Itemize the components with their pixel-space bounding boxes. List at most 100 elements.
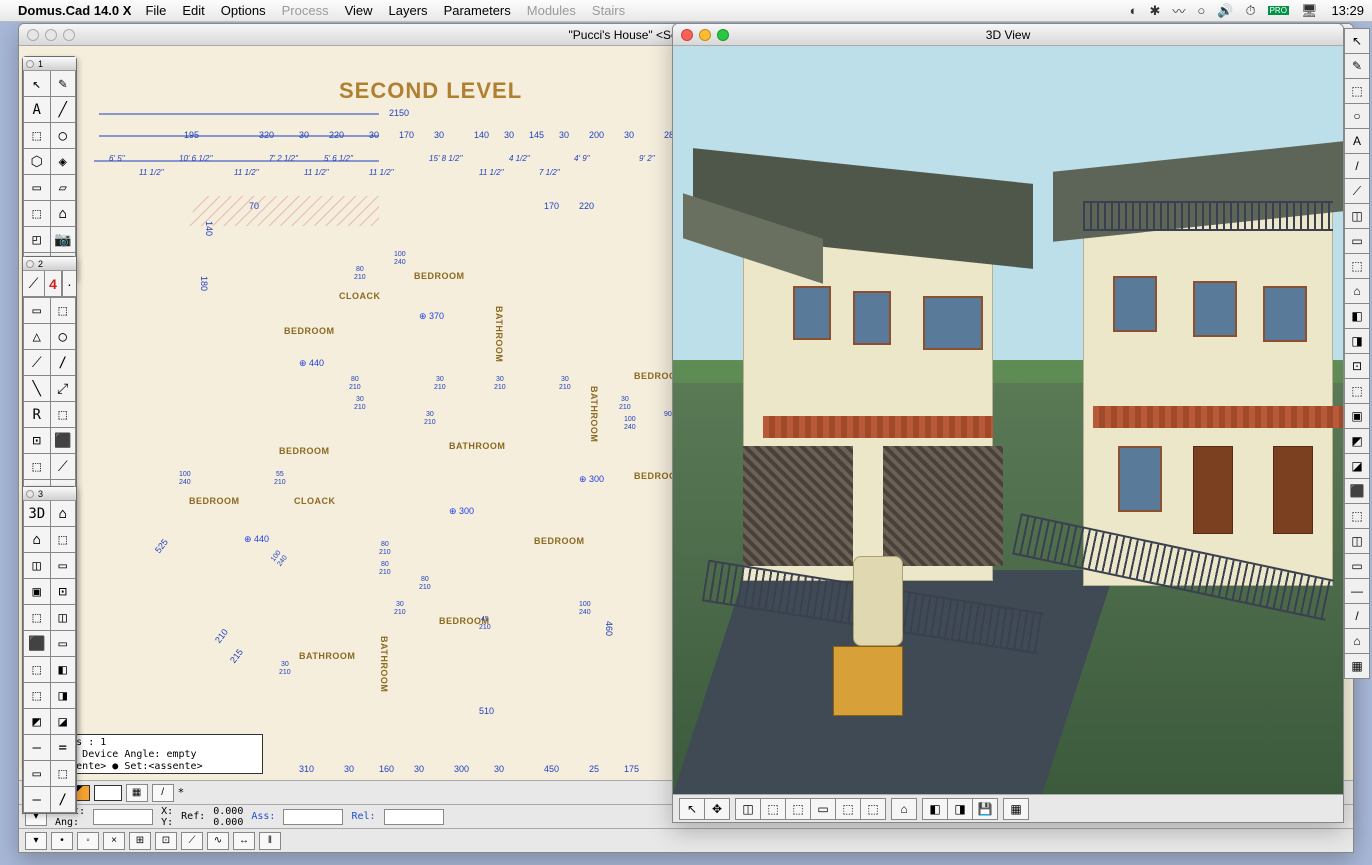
tool-button[interactable]: ◫: [50, 605, 77, 631]
status-icon[interactable]: ✱: [1149, 3, 1160, 19]
ass-input[interactable]: [283, 809, 343, 825]
tool-button[interactable]: ⊡: [23, 428, 50, 454]
right-tool-button[interactable]: ⌂: [1344, 278, 1370, 304]
tool-button[interactable]: ▭: [23, 761, 50, 787]
tool-button[interactable]: ○: [50, 123, 77, 149]
tool-button[interactable]: ▣: [23, 579, 50, 605]
view3d-tool-button[interactable]: ◨: [947, 798, 973, 820]
tool-button[interactable]: ⟋: [23, 350, 50, 376]
tool-button[interactable]: ⬚: [23, 657, 50, 683]
display-icon[interactable]: 🖥: [1301, 3, 1318, 19]
minimize-icon[interactable]: [699, 29, 711, 41]
status-icon[interactable]: 〰: [1172, 1, 1185, 20]
view3d-tool-button[interactable]: ⬚: [760, 798, 786, 820]
right-tool-button[interactable]: /: [1344, 153, 1370, 179]
close-icon[interactable]: [27, 29, 39, 41]
right-tool-button[interactable]: ⊡: [1344, 353, 1370, 379]
right-tool-button[interactable]: ◪: [1344, 453, 1370, 479]
menu-parameters[interactable]: Parameters: [444, 3, 511, 18]
tool-button[interactable]: ▭: [23, 175, 50, 201]
view3d-canvas[interactable]: [673, 46, 1343, 794]
tool-button[interactable]: ·: [62, 271, 76, 297]
right-tool-button[interactable]: A: [1344, 128, 1370, 154]
tool-button[interactable]: ⤢: [50, 376, 77, 402]
right-tool-button[interactable]: ▣: [1344, 403, 1370, 429]
tool-button[interactable]: 📷: [50, 227, 77, 253]
tool-button[interactable]: ⟋: [50, 454, 77, 480]
snap-icon[interactable]: ‖: [259, 832, 281, 850]
tool-button[interactable]: ▭: [50, 553, 77, 579]
tool-button[interactable]: ◪: [50, 709, 77, 735]
view3d-tool-button[interactable]: ◫: [735, 798, 761, 820]
status-icon[interactable]: ◐: [1130, 3, 1138, 18]
tool-button[interactable]: ⬛: [50, 428, 77, 454]
snap-icon[interactable]: ⊡: [155, 832, 177, 850]
tool-button[interactable]: ◧: [50, 657, 77, 683]
tool-button[interactable]: ▭: [50, 631, 77, 657]
tool-button[interactable]: ◫: [23, 553, 50, 579]
right-tool-button[interactable]: ⬛: [1344, 478, 1370, 504]
right-tool-button[interactable]: ○: [1344, 103, 1370, 129]
tool-button[interactable]: /: [50, 350, 77, 376]
right-tool-button[interactable]: ⬚: [1344, 253, 1370, 279]
right-tool-button[interactable]: ⟋: [1344, 178, 1370, 204]
tool-button[interactable]: ╱: [50, 97, 77, 123]
tool-button[interactable]: ⬚: [23, 201, 50, 227]
view3d-tool-button[interactable]: ✥: [704, 798, 730, 820]
tool-button[interactable]: ⬚: [23, 454, 50, 480]
status-icon[interactable]: ○: [1197, 3, 1205, 18]
right-tool-button[interactable]: ⌂: [1344, 628, 1370, 654]
view3d-titlebar[interactable]: 3D View: [673, 24, 1343, 46]
snap-icon[interactable]: ↔: [233, 832, 255, 850]
menu-view[interactable]: View: [345, 3, 373, 18]
tool-button[interactable]: ↖: [23, 71, 50, 97]
pattern-swatch[interactable]: [94, 785, 122, 801]
right-tool-button[interactable]: ◩: [1344, 428, 1370, 454]
zoom-icon[interactable]: [63, 29, 75, 41]
snap-icon[interactable]: •: [51, 832, 73, 850]
menu-layers[interactable]: Layers: [389, 3, 428, 18]
menu-edit[interactable]: Edit: [182, 3, 204, 18]
app-name[interactable]: Domus.Cad 14.0 X: [18, 3, 131, 18]
zoom-icon[interactable]: [717, 29, 729, 41]
tool-icon[interactable]: ▦: [126, 784, 148, 802]
tool-button[interactable]: ⬚: [50, 527, 77, 553]
tool-button[interactable]: ○: [50, 324, 77, 350]
right-tool-button[interactable]: ▭: [1344, 228, 1370, 254]
tool-palette-3[interactable]: 3 3D⌂⌂⬚◫▭▣⊡⬚◫⬛▭⬚◧⬚◨◩◪—=▭⬚—/: [22, 486, 77, 814]
tool-button[interactable]: —: [23, 787, 50, 813]
tool-button[interactable]: ⬚: [50, 298, 77, 324]
right-tool-button[interactable]: —: [1344, 578, 1370, 604]
right-tool-button[interactable]: ▦: [1344, 653, 1370, 679]
tool-button[interactable]: ▭: [23, 298, 50, 324]
tool-button[interactable]: ◩: [23, 709, 50, 735]
tool-button[interactable]: /: [50, 787, 77, 813]
tool-button[interactable]: ⬡: [23, 149, 50, 175]
tool-button[interactable]: ⬚: [23, 605, 50, 631]
tool-button[interactable]: ⬚: [23, 123, 50, 149]
tool-button[interactable]: ⌂: [50, 501, 77, 527]
minimize-icon[interactable]: [45, 29, 57, 41]
view3d-tool-button[interactable]: ▦: [1003, 798, 1029, 820]
tool-button[interactable]: R: [23, 402, 50, 428]
tool-button[interactable]: —: [23, 735, 50, 761]
right-tool-button[interactable]: ▭: [1344, 553, 1370, 579]
right-tool-button[interactable]: /: [1344, 603, 1370, 629]
tool-button[interactable]: ◰: [23, 227, 50, 253]
right-tool-button[interactable]: ✎: [1344, 53, 1370, 79]
snap-icon[interactable]: ⟋: [181, 832, 203, 850]
view3d-tool-button[interactable]: ▭: [810, 798, 836, 820]
volume-icon[interactable]: 🔊: [1217, 3, 1233, 19]
menu-file[interactable]: File: [145, 3, 166, 18]
tool-button[interactable]: ▱: [50, 175, 77, 201]
right-tool-button[interactable]: ◫: [1344, 528, 1370, 554]
right-tool-button[interactable]: ⬚: [1344, 78, 1370, 104]
tool-button[interactable]: ⬛: [23, 631, 50, 657]
view3d-tool-button[interactable]: ⬚: [785, 798, 811, 820]
tool-button[interactable]: △: [23, 324, 50, 350]
view3d-tool-button[interactable]: ⌂: [891, 798, 917, 820]
tool-button[interactable]: 3D: [23, 501, 50, 527]
tool-button[interactable]: ⬚: [23, 683, 50, 709]
dist-input[interactable]: [93, 809, 153, 825]
view3d-tool-button[interactable]: ⬚: [835, 798, 861, 820]
